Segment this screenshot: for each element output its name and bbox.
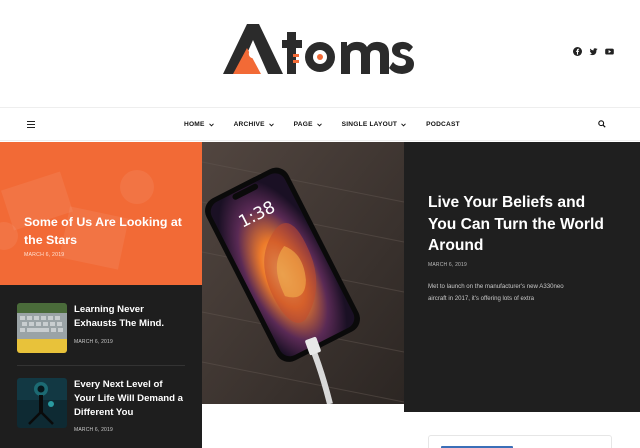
side-post-list: Learning Never Exhausts The Mind. MARCH … (0, 285, 202, 448)
background-decoration (120, 170, 154, 204)
nav-item-label: PAGE (293, 121, 313, 128)
facebook-icon[interactable] (573, 47, 582, 56)
nav-item-label: HOME (184, 121, 205, 128)
featured-post[interactable]: Some of Us Are Looking at the Stars MARC… (0, 142, 202, 285)
youtube-icon[interactable] (605, 47, 614, 56)
chevron-down-icon (268, 123, 274, 126)
hero-post-excerpt: Met to launch on the manufacturer's new … (428, 283, 564, 302)
nav-item-home[interactable]: HOME (184, 121, 214, 128)
social-links (573, 47, 614, 56)
nav-item-podcast[interactable]: PODCAST (426, 121, 460, 128)
nav-item-page[interactable]: PAGE (294, 121, 322, 128)
post-title[interactable]: Learning Never Exhausts The Mind. (74, 303, 184, 331)
twitter-icon[interactable] (589, 47, 598, 56)
nav-menu: HOME ARCHIVE PAGE SINGLE LAYOUT PODCAST (184, 108, 480, 141)
sidebar-widget (428, 435, 612, 448)
nav-item-label: SINGLE LAYOUT (341, 121, 398, 128)
hero-post: Live Your Beliefs and You Can Turn the W… (404, 142, 640, 412)
chevron-down-icon (401, 123, 406, 126)
post-thumbnail[interactable] (17, 303, 67, 353)
search-icon[interactable] (598, 120, 606, 128)
hero-image[interactable]: 1:38 (202, 142, 404, 404)
nav-item-label: PODCAST (426, 121, 460, 128)
divider (17, 365, 185, 366)
post-thumbnail[interactable] (17, 378, 67, 428)
post-date: MARCH 6, 2019 (74, 427, 114, 433)
chevron-down-icon (316, 123, 322, 126)
nav-item-single-layout[interactable]: SINGLE LAYOUT (342, 121, 406, 128)
post-date: MARCH 6, 2019 (74, 339, 114, 345)
featured-post-title[interactable]: Some of Us Are Looking at the Stars (24, 213, 184, 249)
hero-post-date: MARCH 6, 2019 (428, 262, 468, 268)
nav-item-label: ARCHIVE (233, 121, 265, 128)
nav-item-archive[interactable]: ARCHIVE (234, 121, 274, 128)
post-title[interactable]: Every Next Level of Your Life Will Deman… (74, 378, 184, 420)
menu-icon[interactable] (27, 121, 35, 129)
site-logo[interactable] (221, 22, 417, 76)
featured-post-date: MARCH 6, 2019 (24, 252, 65, 258)
hero-post-title[interactable]: Live Your Beliefs and You Can Turn the W… (428, 192, 608, 257)
main-navigation: HOME ARCHIVE PAGE SINGLE LAYOUT PODCAST (0, 107, 640, 141)
site-header (0, 0, 640, 105)
chevron-down-icon (208, 123, 214, 126)
